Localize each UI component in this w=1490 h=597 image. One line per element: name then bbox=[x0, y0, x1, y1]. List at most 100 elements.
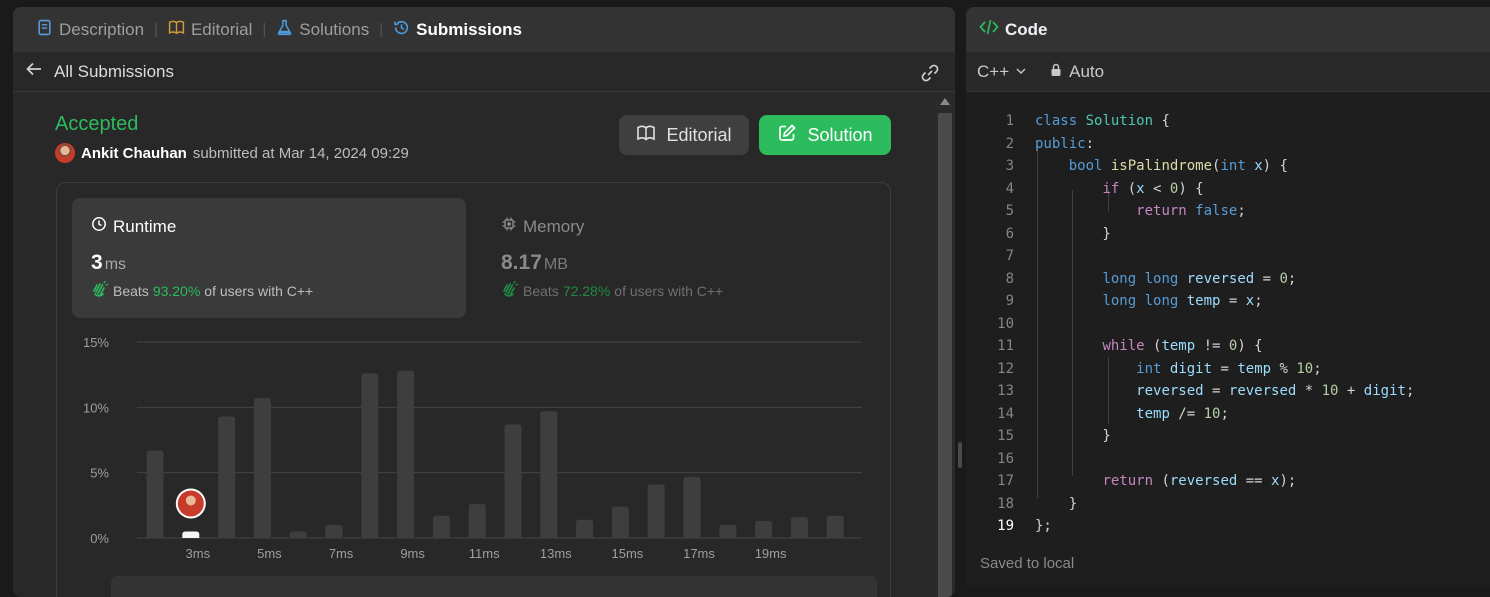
panel-resize-handle[interactable] bbox=[958, 442, 962, 468]
line-number: 14 bbox=[997, 405, 1014, 422]
code-token: = bbox=[1203, 383, 1229, 399]
scroll-up-arrow-icon[interactable] bbox=[940, 98, 950, 105]
language-select[interactable]: C++ bbox=[977, 62, 1009, 82]
bar bbox=[683, 476, 701, 538]
editorial-button[interactable]: Editorial bbox=[619, 115, 749, 155]
tab-submissions[interactable]: Submissions bbox=[387, 19, 528, 41]
panel-tabs: Description | Editorial | Solutions | Su… bbox=[13, 7, 955, 52]
solution-button-label: Solution bbox=[807, 124, 873, 145]
scroll-thumb[interactable] bbox=[938, 113, 952, 597]
code-token: ; bbox=[1254, 293, 1263, 309]
code-token: x bbox=[1254, 158, 1263, 174]
bar bbox=[218, 416, 236, 538]
code-token: temp bbox=[1136, 405, 1170, 422]
code-token: temp bbox=[1237, 360, 1272, 377]
line-number: 9 bbox=[1005, 293, 1014, 309]
author-name[interactable]: Ankit Chauhan bbox=[81, 145, 187, 162]
code-text: while (temp != 0) { bbox=[1035, 335, 1263, 357]
code-toolbar: C++ Auto bbox=[966, 52, 1490, 92]
submitter-info: Ankit Chauhan submitted at Mar 14, 2024 … bbox=[55, 143, 409, 163]
code-token: digit bbox=[1363, 383, 1406, 399]
code-token: < bbox=[1144, 180, 1170, 197]
code-text: } bbox=[1035, 493, 1077, 515]
tab-editorial-label: Editorial bbox=[190, 19, 253, 39]
code-token: int bbox=[1136, 360, 1162, 377]
code-token: Solution bbox=[1085, 113, 1154, 129]
code-text: long long temp = x; bbox=[1035, 290, 1263, 312]
bar bbox=[146, 450, 164, 538]
code-token: * bbox=[1296, 383, 1322, 399]
edit-icon bbox=[777, 123, 797, 148]
bar bbox=[468, 504, 486, 538]
code-token: long bbox=[1102, 270, 1137, 287]
runtime-distribution-chart: 0% 5% 10% 15% 3ms 5ms 7ms 9ms 11ms 13ms 15ms 17ms 19… bbox=[83, 335, 877, 597]
line-number: 17 bbox=[997, 473, 1014, 489]
submission-details: Accepted Ankit Chauhan submitted at Mar … bbox=[13, 93, 935, 597]
chevron-down-icon[interactable] bbox=[1015, 62, 1043, 82]
vertical-scrollbar[interactable] bbox=[935, 93, 955, 597]
x-tick-label: 11ms bbox=[469, 546, 500, 561]
description-icon bbox=[36, 19, 53, 41]
code-token: 10 bbox=[1296, 360, 1314, 377]
submission-subheader: All Submissions bbox=[13, 52, 955, 92]
code-text: return (reversed == x); bbox=[1035, 470, 1296, 492]
all-submissions-link[interactable]: All Submissions bbox=[54, 62, 174, 82]
code-panel: Code C++ Auto 1 class Solution {2 public: 3… bbox=[966, 7, 1490, 587]
book-icon bbox=[636, 123, 656, 148]
code-token: ; bbox=[1220, 405, 1229, 422]
code-token: public bbox=[1035, 135, 1086, 152]
code-token: x bbox=[1245, 293, 1255, 309]
back-arrow-icon[interactable] bbox=[24, 59, 54, 84]
code-text: bool isPalindrome(int x) { bbox=[1035, 155, 1288, 177]
bar bbox=[432, 515, 450, 538]
history-icon bbox=[393, 19, 410, 41]
code-token: }; bbox=[1035, 518, 1052, 534]
submitted-time: submitted at Mar 14, 2024 09:29 bbox=[192, 144, 409, 162]
bar bbox=[755, 521, 773, 538]
solution-button[interactable]: Solution bbox=[759, 115, 891, 155]
line-number: 11 bbox=[997, 338, 1014, 354]
code-token: ); bbox=[1279, 473, 1297, 489]
format-mode[interactable]: Auto bbox=[1069, 62, 1104, 82]
tab-editorial[interactable]: Editorial bbox=[162, 19, 258, 41]
bar bbox=[361, 373, 379, 538]
line-number: 16 bbox=[997, 450, 1014, 467]
avatar[interactable] bbox=[55, 143, 75, 163]
code-token: = bbox=[1254, 270, 1280, 287]
tab-solutions[interactable]: Solutions bbox=[270, 19, 375, 41]
line-number: 2 bbox=[1005, 135, 1014, 152]
line-number: 18 bbox=[997, 495, 1014, 512]
share-link-icon[interactable] bbox=[919, 62, 941, 84]
code-text: class Solution { bbox=[1035, 110, 1170, 132]
code-token: { bbox=[1153, 113, 1170, 129]
code-token: reversed bbox=[1186, 270, 1255, 287]
code-token: != bbox=[1195, 338, 1229, 354]
line-number: 7 bbox=[1005, 248, 1014, 264]
code-editor[interactable]: 1 class Solution {2 public: 3 bool isPalind… bbox=[966, 102, 1490, 542]
code-token: class bbox=[1035, 113, 1078, 129]
code-token: ( bbox=[1119, 180, 1137, 197]
code-token: : bbox=[1085, 135, 1095, 152]
code-text: if (x < 0) { bbox=[1035, 178, 1204, 200]
code-token: ; bbox=[1287, 270, 1297, 287]
code-text: } bbox=[1035, 223, 1110, 245]
bar-highlight bbox=[182, 531, 200, 538]
code-text: }; bbox=[1035, 515, 1052, 537]
code-token: ; bbox=[1237, 203, 1246, 219]
code-token: false bbox=[1195, 203, 1238, 219]
line-number: 5 bbox=[1005, 203, 1014, 219]
tab-description[interactable]: Description bbox=[30, 19, 150, 41]
code-token: ) { bbox=[1178, 180, 1204, 197]
code-text: } bbox=[1035, 425, 1110, 447]
code-token: + bbox=[1338, 383, 1364, 399]
code-text: int digit = temp % 10; bbox=[1035, 358, 1322, 380]
code-token: ) { bbox=[1237, 338, 1263, 354]
